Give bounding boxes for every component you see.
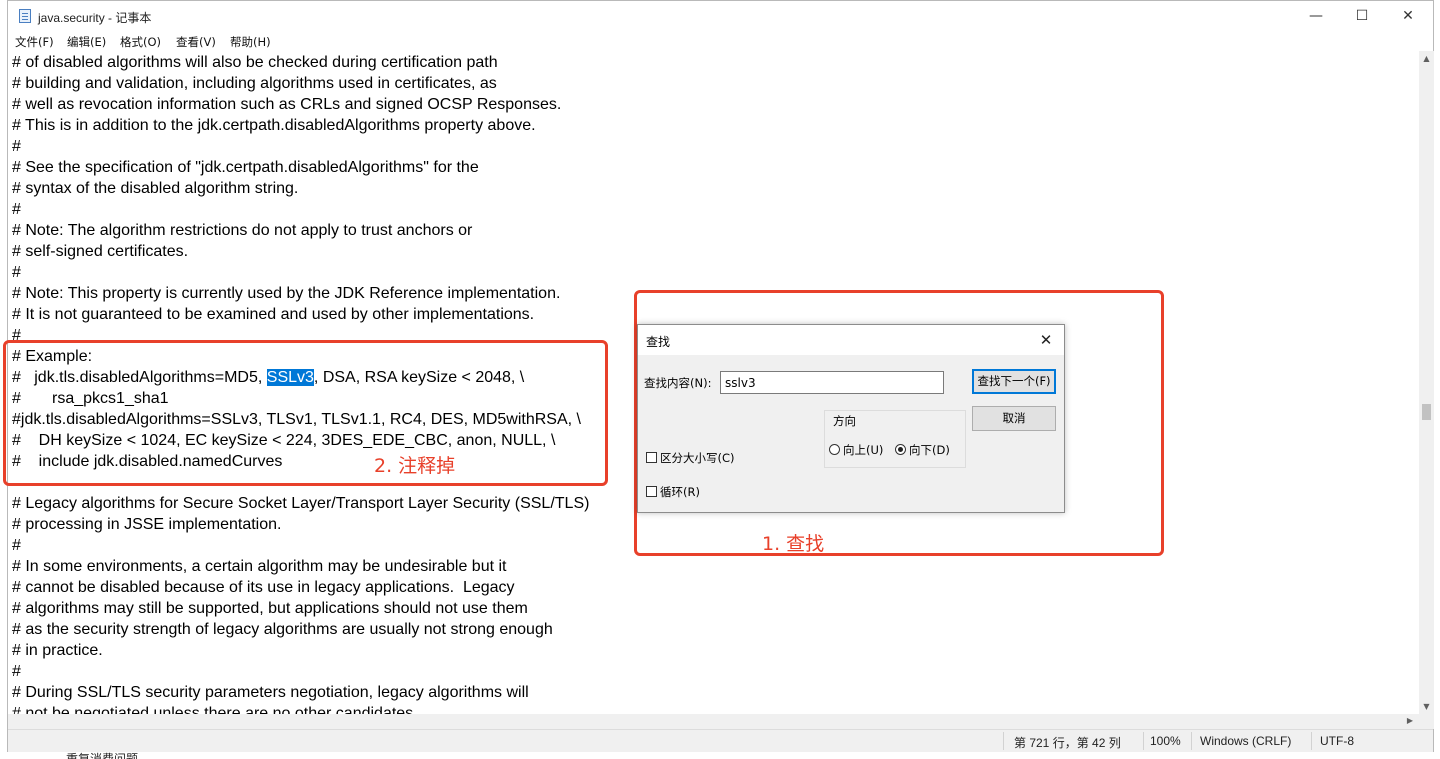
find-dialog: 查找 ✕ 查找内容(N): 查找下一个(F) 取消 方向 向上(U) 向下(D)…: [637, 324, 1065, 513]
match-case-checkbox[interactable]: [646, 452, 657, 463]
status-separator: [1311, 732, 1312, 750]
editor-line: # syntax of the disabled algorithm strin…: [12, 180, 299, 197]
scroll-up-icon[interactable]: ▲: [1419, 54, 1434, 63]
wrap-around-checkbox[interactable]: [646, 486, 657, 497]
scroll-down-icon[interactable]: ▼: [1419, 702, 1434, 711]
editor-line: # Legacy algorithms for Secure Socket La…: [12, 495, 590, 512]
find-dialog-titlebar[interactable]: 查找 ✕: [638, 325, 1064, 355]
editor-line: # well as revocation information such as…: [12, 96, 562, 113]
scrollbar-thumb[interactable]: [1422, 404, 1431, 420]
find-next-button[interactable]: 查找下一个(F): [972, 369, 1056, 394]
find-what-label: 查找内容(N):: [644, 376, 712, 390]
status-bar: 第 721 行，第 42 列 100% Windows (CRLF) UTF-8: [8, 729, 1433, 752]
background-text: 重复消费问题: [66, 752, 139, 759]
editor-line: # Note: The algorithm restrictions do no…: [12, 222, 473, 239]
editor-line: # as the security strength of legacy alg…: [12, 621, 553, 638]
editor-line: #: [12, 537, 21, 554]
editor-line: # algorithms may still be supported, but…: [12, 600, 528, 617]
find-dialog-title: 查找: [646, 335, 671, 349]
status-zoom: 100%: [1150, 734, 1181, 748]
status-separator: [1003, 732, 1004, 750]
vertical-scrollbar[interactable]: ▲ ▼: [1419, 51, 1434, 714]
editor-line: # cannot be disabled because of its use …: [12, 579, 515, 596]
editor-line: # See the specification of "jdk.certpath…: [12, 159, 479, 176]
editor-line: #: [12, 138, 21, 155]
status-encoding: UTF-8: [1320, 734, 1354, 748]
scroll-right-icon[interactable]: ▶: [1405, 716, 1415, 725]
direction-down-label[interactable]: 向下(D): [909, 442, 950, 458]
direction-label: 方向: [833, 414, 856, 428]
minimize-button[interactable]: —: [1293, 1, 1339, 32]
editor-line: #: [12, 201, 21, 218]
window-title: java.security - 记事本: [38, 11, 152, 25]
direction-down-radio[interactable]: [895, 444, 906, 455]
cancel-button[interactable]: 取消: [972, 406, 1056, 431]
close-icon[interactable]: ✕: [1034, 328, 1058, 352]
editor-line: # building and validation, including alg…: [12, 75, 497, 92]
editor-line: # This is in addition to the jdk.certpat…: [12, 117, 536, 134]
find-what-input[interactable]: [720, 371, 944, 394]
editor-line: # In some environments, a certain algori…: [12, 558, 507, 575]
editor-line: # self-signed certificates.: [12, 243, 189, 260]
scrollbar-corner: [1419, 714, 1434, 729]
menu-bar: 文件(F) 编辑(E) 格式(O) 查看(V) 帮助(H): [8, 32, 1433, 51]
annotation-comment-label: 2. 注释掉: [374, 455, 456, 477]
annotation-find-label: 1. 查找: [762, 533, 825, 555]
editor-line: #: [12, 663, 21, 680]
editor-line: # in practice.: [12, 642, 103, 659]
direction-up-label[interactable]: 向上(U): [843, 442, 883, 458]
menu-view[interactable]: 查看(V): [176, 34, 216, 50]
editor-line: # not be negotiated unless there are no …: [12, 705, 414, 714]
status-separator: [1191, 732, 1192, 750]
notepad-icon: [19, 9, 31, 23]
close-button[interactable]: ✕: [1385, 1, 1431, 32]
editor-line: #: [12, 264, 21, 281]
menu-help[interactable]: 帮助(H): [230, 34, 271, 50]
maximize-button[interactable]: ☐: [1339, 1, 1385, 32]
wrap-around-label[interactable]: 循环(R): [660, 484, 700, 500]
editor-line: # During SSL/TLS security parameters neg…: [12, 684, 529, 701]
editor-line: # It is not guaranteed to be examined an…: [12, 306, 535, 323]
title-bar[interactable]: java.security - 记事本 — ☐ ✕: [8, 1, 1433, 32]
status-position: 第 721 行，第 42 列: [1014, 736, 1121, 750]
editor-line: # of disabled algorithms will also be ch…: [12, 54, 498, 71]
editor-line: # Note: This property is currently used …: [12, 285, 561, 302]
menu-format[interactable]: 格式(O): [120, 34, 161, 50]
match-case-label[interactable]: 区分大小写(C): [660, 450, 735, 466]
menu-file[interactable]: 文件(F): [15, 34, 54, 50]
menu-edit[interactable]: 编辑(E): [67, 34, 106, 50]
horizontal-scrollbar[interactable]: ▶: [8, 714, 1419, 729]
direction-group: 方向 向上(U) 向下(D): [824, 410, 966, 468]
direction-up-radio[interactable]: [829, 444, 840, 455]
editor-line: # processing in JSSE implementation.: [12, 516, 282, 533]
status-separator: [1143, 732, 1144, 750]
status-line-ending: Windows (CRLF): [1200, 734, 1292, 748]
annotation-comment-box: [3, 340, 608, 486]
